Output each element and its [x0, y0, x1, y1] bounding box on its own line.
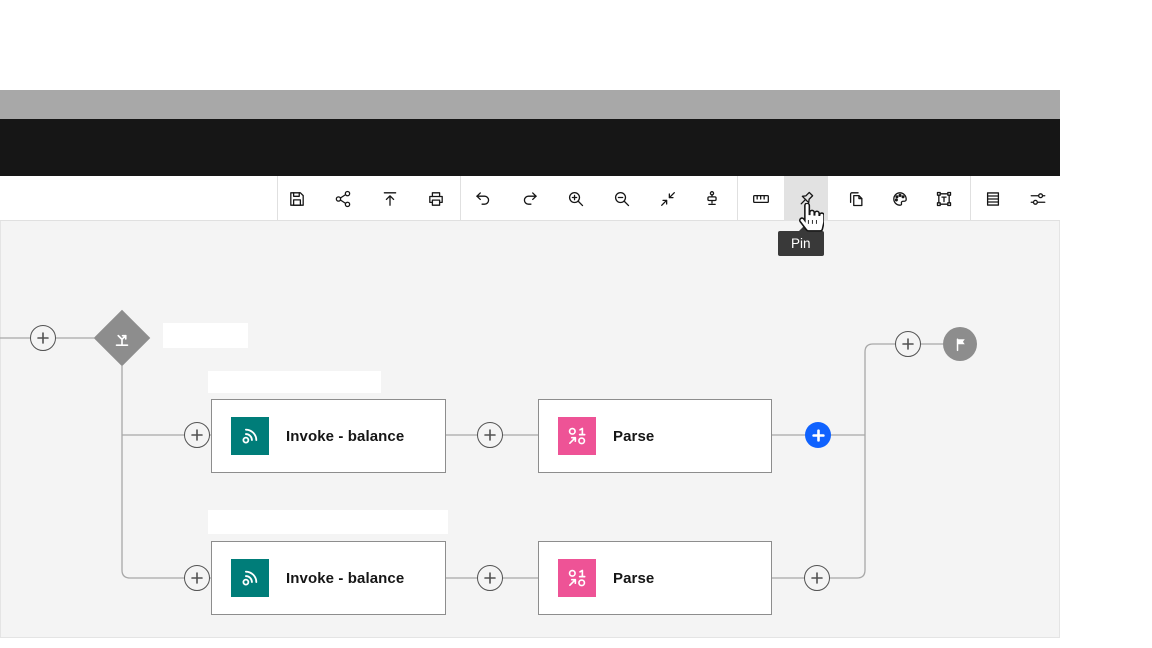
flow-editor-window: Invoke - balance Parse Invoke - balance … — [0, 0, 1152, 648]
flag-icon — [952, 336, 969, 353]
text-box-icon — [935, 190, 953, 208]
zoom-in-button[interactable] — [554, 176, 598, 221]
add-node-button[interactable] — [30, 325, 56, 351]
zoom-in-icon — [567, 190, 585, 208]
pin-tooltip: Pin — [778, 231, 824, 256]
zoom-out-icon — [613, 190, 631, 208]
zoom-out-button[interactable] — [600, 176, 644, 221]
settings-adjust-button[interactable] — [1016, 176, 1060, 221]
ruler-button[interactable] — [739, 176, 783, 221]
add-node-button[interactable] — [895, 331, 921, 357]
upload-icon — [381, 190, 399, 208]
invoke-node-1[interactable]: Invoke - balance — [211, 399, 446, 473]
invoke-node-2[interactable]: Invoke - balance — [211, 541, 446, 615]
parse-node-2[interactable]: Parse — [538, 541, 772, 615]
minimize-button[interactable] — [646, 176, 690, 221]
branch1-label-placeholder — [208, 371, 381, 393]
add-node-button[interactable] — [184, 565, 210, 591]
node-label: Invoke - balance — [286, 428, 404, 445]
node-label: Parse — [613, 570, 654, 587]
share-icon — [334, 190, 352, 208]
connector-lines — [0, 221, 1060, 638]
redo-icon — [521, 190, 539, 208]
copy-button[interactable] — [834, 176, 878, 221]
branch-label-placeholder — [163, 323, 248, 348]
flow-end-node[interactable] — [943, 327, 977, 361]
align-vertical-icon — [703, 190, 721, 208]
node-label: Invoke - balance — [286, 570, 404, 587]
editor-toolbar — [0, 176, 1060, 221]
settings-adjust-icon — [1029, 190, 1047, 208]
text-box-button[interactable] — [922, 176, 966, 221]
print-icon — [427, 190, 445, 208]
color-palette-button[interactable] — [878, 176, 922, 221]
node-label: Parse — [613, 428, 654, 445]
add-node-button[interactable] — [184, 422, 210, 448]
minimize-icon — [659, 190, 677, 208]
align-vertical-button[interactable] — [690, 176, 734, 221]
branch2-label-placeholder — [208, 510, 448, 534]
print-button[interactable] — [414, 176, 458, 221]
copy-icon — [847, 190, 865, 208]
save-icon — [288, 190, 306, 208]
ruler-icon — [752, 190, 770, 208]
parse-icon — [558, 417, 596, 455]
upload-button[interactable] — [368, 176, 412, 221]
tooltip-label: Pin — [791, 236, 811, 251]
undo-icon — [474, 190, 492, 208]
api-invoke-icon — [231, 559, 269, 597]
branch-icon — [112, 328, 132, 348]
toolbar-divider — [737, 176, 738, 221]
data-table-icon — [984, 190, 1002, 208]
top-gray-bar — [0, 90, 1060, 119]
header-bar — [0, 119, 1060, 176]
add-node-button[interactable] — [804, 565, 830, 591]
share-button[interactable] — [321, 176, 365, 221]
api-invoke-icon — [231, 417, 269, 455]
data-table-button[interactable] — [971, 176, 1015, 221]
add-node-button[interactable] — [477, 565, 503, 591]
pin-target-button[interactable] — [805, 422, 831, 448]
hand-cursor-icon — [799, 203, 824, 232]
save-button[interactable] — [275, 176, 319, 221]
undo-button[interactable] — [461, 176, 505, 221]
redo-button[interactable] — [508, 176, 552, 221]
parse-node-1[interactable]: Parse — [538, 399, 772, 473]
parse-icon — [558, 559, 596, 597]
color-palette-icon — [891, 190, 909, 208]
add-node-button[interactable] — [477, 422, 503, 448]
